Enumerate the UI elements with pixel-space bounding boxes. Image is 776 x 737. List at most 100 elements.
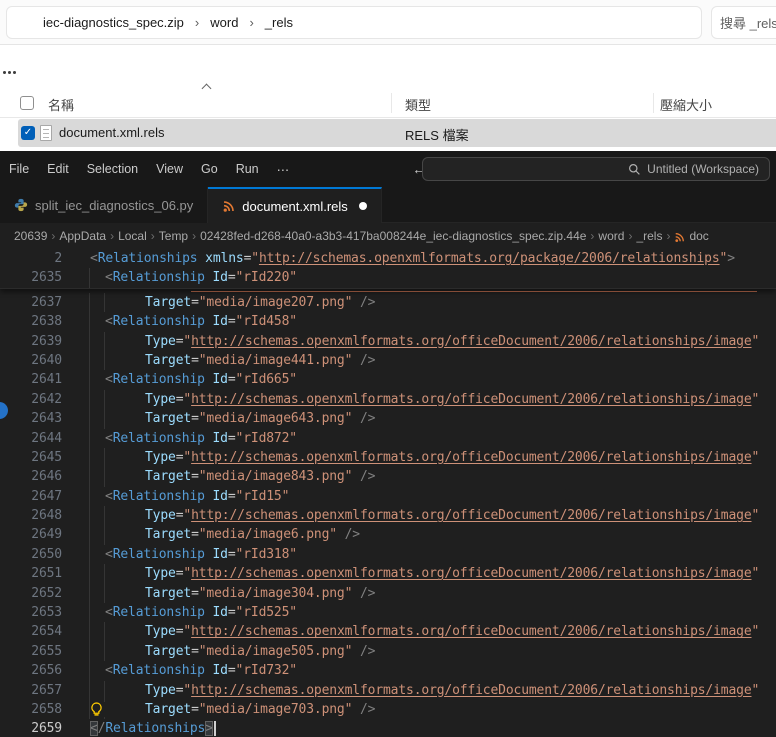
file-row-selected[interactable]: ✓ document.xml.rels RELS 檔案 bbox=[18, 119, 776, 147]
line-number[interactable]: 2650 bbox=[0, 545, 62, 564]
code-text[interactable]: <Relationship Id="rId732" bbox=[62, 661, 297, 680]
menu-item-go[interactable]: Go bbox=[192, 157, 227, 182]
code-text[interactable]: <Relationship Id="rId458" bbox=[62, 312, 297, 331]
line-number[interactable]: 2655 bbox=[0, 642, 62, 661]
code-line[interactable]: 2640 Target="media/image441.png" /> bbox=[0, 350, 776, 371]
menu-item-selection[interactable]: Selection bbox=[78, 157, 147, 182]
code-text[interactable]: Type="http://schemas.openxmlformats.org/… bbox=[62, 622, 759, 641]
line-number[interactable]: 2644 bbox=[0, 429, 62, 448]
sticky-scroll[interactable]: 2 <Relationships xmlns="http://schemas.op… bbox=[0, 249, 776, 289]
code-text[interactable]: <Relationship Id="rId15" bbox=[62, 487, 289, 506]
code-line[interactable]: 2659 </Relationships> bbox=[0, 719, 776, 737]
menu-item-edit[interactable]: Edit bbox=[38, 157, 78, 182]
code-line[interactable]: 2654 Type="http://schemas.openxmlformats.… bbox=[0, 622, 776, 642]
line-number[interactable]: 2640 bbox=[0, 351, 62, 370]
code-text[interactable]: Type="http://schemas.openxmlformats.org/… bbox=[62, 564, 759, 583]
code-line[interactable]: 2635 <Relationship Id="rId220" bbox=[0, 268, 776, 288]
file-name[interactable]: document.xml.rels bbox=[59, 125, 164, 140]
line-number[interactable]: 2635 bbox=[0, 268, 62, 287]
code-text[interactable]: </Relationships> bbox=[62, 719, 216, 737]
code-line[interactable]: 2651 Type="http://schemas.openxmlformats.… bbox=[0, 564, 776, 584]
code-text[interactable]: <Relationship Id="rId220" bbox=[62, 268, 297, 287]
line-number[interactable]: 2652 bbox=[0, 584, 62, 603]
modified-dot-icon[interactable] bbox=[358, 202, 367, 210]
tab-split-iec-diagnostics-06-py[interactable]: split_iec_diagnostics_06.py bbox=[0, 187, 209, 223]
line-number[interactable]: 2 bbox=[0, 249, 62, 268]
menu-item-⋯[interactable]: ⋯ bbox=[268, 157, 299, 182]
explorer-search-input[interactable]: 搜尋 _rels bbox=[711, 6, 776, 39]
line-number[interactable]: 2639 bbox=[0, 332, 62, 351]
breadcrumb-item[interactable]: _rels bbox=[636, 229, 662, 243]
code-line[interactable]: 2658 Target="media/image703.png" /> bbox=[0, 699, 776, 720]
line-number[interactable]: 2654 bbox=[0, 622, 62, 641]
line-number[interactable]: 2656 bbox=[0, 661, 62, 680]
code-text[interactable]: <Relationships xmlns="http://schemas.ope… bbox=[62, 249, 735, 268]
code-text[interactable]: Target="media/image643.png" /> bbox=[62, 409, 375, 428]
line-number[interactable]: 2643 bbox=[0, 409, 62, 428]
code-line[interactable]: 2648 Type="http://schemas.openxmlformats.… bbox=[0, 506, 776, 526]
line-number[interactable]: 2659 bbox=[0, 719, 62, 737]
code-text[interactable]: Type="http://schemas.openxmlformats.org/… bbox=[62, 681, 759, 700]
line-number[interactable]: 2646 bbox=[0, 467, 62, 486]
code-text[interactable]: <Relationship Id="rId318" bbox=[62, 545, 297, 564]
code-text[interactable]: <Relationship Id="rId872" bbox=[62, 429, 297, 448]
code-text[interactable]: Target="media/image6.png" /> bbox=[62, 525, 360, 544]
breadcrumb-item[interactable]: 02428fed-d268-40a0-a3b3-417ba008244e_iec… bbox=[200, 229, 586, 243]
code-line[interactable]: 2649 Target="media/image6.png" /> bbox=[0, 525, 776, 545]
code-line[interactable]: 2639 Type="http://schemas.openxmlformats.… bbox=[0, 331, 776, 351]
breadcrumb-item[interactable]: word bbox=[598, 229, 624, 243]
column-header-size[interactable]: 壓縮大小 bbox=[660, 95, 712, 114]
code-text[interactable]: Type="http://schemas.openxmlformats.org/… bbox=[62, 448, 759, 467]
line-number[interactable]: 2647 bbox=[0, 487, 62, 506]
line-number[interactable]: 2658 bbox=[0, 700, 62, 719]
menu-item-view[interactable]: View bbox=[147, 157, 192, 182]
code-text[interactable]: Target="media/image207.png" /> bbox=[62, 293, 375, 312]
line-number[interactable]: 2651 bbox=[0, 564, 62, 583]
column-divider[interactable] bbox=[653, 93, 654, 113]
line-number[interactable]: 2657 bbox=[0, 681, 62, 700]
code-text[interactable]: <Relationship Id="rId525" bbox=[62, 603, 297, 622]
line-number[interactable]: 2641 bbox=[0, 370, 62, 389]
code-line[interactable]: 2641 <Relationship Id="rId665" bbox=[0, 370, 776, 390]
code-line[interactable]: 2637 Target="media/image207.png" /> bbox=[0, 292, 776, 313]
code-text[interactable]: Target="media/image505.png" /> bbox=[62, 642, 375, 661]
address-breadcrumb-item[interactable]: iec-diagnostics_spec.zip bbox=[41, 12, 186, 33]
line-number[interactable]: 2642 bbox=[0, 390, 62, 409]
line-number[interactable]: 2653 bbox=[0, 603, 62, 622]
code-area[interactable]: 2637 Target="media/image207.png" /> 2638 <R… bbox=[0, 292, 776, 737]
line-number[interactable]: 2649 bbox=[0, 525, 62, 544]
address-breadcrumb-item[interactable]: _rels bbox=[263, 12, 295, 33]
breadcrumb-item[interactable]: doc bbox=[689, 229, 708, 243]
code-line[interactable]: 2647 <Relationship Id="rId15" bbox=[0, 486, 776, 507]
breadcrumb-item[interactable]: Local bbox=[118, 229, 147, 243]
code-text[interactable]: Target="media/image843.png" /> bbox=[62, 467, 375, 486]
column-divider[interactable] bbox=[391, 93, 392, 113]
code-line[interactable]: 2646 Target="media/image843.png" /> bbox=[0, 467, 776, 487]
menu-item-file[interactable]: File bbox=[0, 157, 38, 182]
code-text[interactable]: Target="media/image703.png" /> bbox=[62, 700, 375, 719]
column-header-type[interactable]: 類型 bbox=[405, 95, 431, 114]
see-more-icon[interactable] bbox=[3, 71, 16, 74]
line-number[interactable]: 2638 bbox=[0, 312, 62, 331]
code-line[interactable]: 2653 <Relationship Id="rId525" bbox=[0, 603, 776, 623]
row-checkbox-checked[interactable]: ✓ bbox=[21, 126, 35, 140]
code-line[interactable]: 2643 Target="media/image643.png" /> bbox=[0, 409, 776, 429]
column-header-name[interactable]: 名稱 bbox=[48, 95, 74, 114]
code-text[interactable]: Type="http://schemas.openxmlformats.org/… bbox=[62, 506, 759, 525]
tab-document-xml-rels[interactable]: document.xml.rels bbox=[208, 187, 382, 223]
code-text[interactable]: Type="http://schemas.openxmlformats.org/… bbox=[62, 332, 759, 351]
code-line[interactable]: 2644 <Relationship Id="rId872" bbox=[0, 428, 776, 448]
code-line[interactable]: 2650 <Relationship Id="rId318" bbox=[0, 544, 776, 565]
menu-item-run[interactable]: Run bbox=[227, 157, 268, 182]
code-line[interactable]: 2642 Type="http://schemas.openxmlformats.… bbox=[0, 389, 776, 410]
code-line[interactable]: 2645 Type="http://schemas.openxmlformats.… bbox=[0, 447, 776, 468]
code-line[interactable]: 2 <Relationships xmlns="http://schemas.op… bbox=[0, 249, 776, 268]
address-bar[interactable]: iec-diagnostics_spec.zip › word › _rels bbox=[6, 6, 702, 39]
breadcrumb-item[interactable]: 20639 bbox=[14, 229, 47, 243]
line-number[interactable]: 2645 bbox=[0, 448, 62, 467]
code-text[interactable]: Target="media/image441.png" /> bbox=[62, 351, 375, 370]
code-text[interactable]: Type="http://schemas.openxmlformats.org/… bbox=[62, 390, 759, 409]
command-center-search[interactable]: Untitled (Workspace) bbox=[422, 157, 770, 181]
editor-pane[interactable]: 2 <Relationships xmlns="http://schemas.op… bbox=[0, 249, 776, 737]
code-text[interactable]: Target="media/image304.png" /> bbox=[62, 584, 375, 603]
